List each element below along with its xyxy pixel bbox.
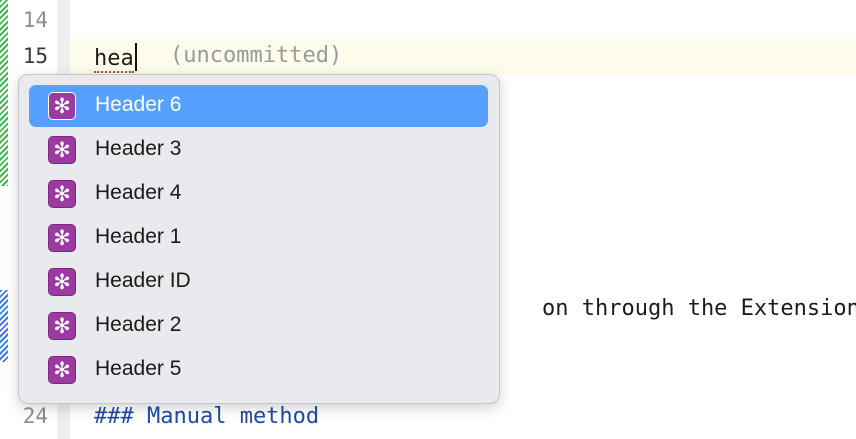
symbol-icon: ✻ xyxy=(48,224,76,252)
line-number-24: 24 xyxy=(22,404,48,428)
line-number-14: 14 xyxy=(22,8,48,32)
completion-item-label: Header 4 xyxy=(95,181,182,204)
completion-item[interactable]: ✻ Header 1 xyxy=(29,217,488,259)
symbol-icon: ✻ xyxy=(48,136,76,164)
symbol-icon: ✻ xyxy=(48,356,76,384)
symbol-icon: ✻ xyxy=(48,92,76,120)
modified-lines-marker[interactable] xyxy=(0,290,8,362)
completion-item-label: Header 1 xyxy=(95,225,182,248)
completion-item-label: Header 6 xyxy=(95,93,182,116)
line-number-15: 15 xyxy=(22,44,48,68)
completion-item[interactable]: ✻ Header 2 xyxy=(29,305,488,347)
completion-item-label: Header ID xyxy=(95,269,191,292)
uncommitted-annotation: (uncommitted) xyxy=(170,43,343,68)
manual-method-heading: ### Manual method xyxy=(94,404,320,429)
completion-popup: ✻ Header 6 ✻ Header 3 ✻ Header 4 ✻ Header 1 ✻ Hea… xyxy=(18,74,500,404)
completion-item[interactable]: ✻ Header 4 xyxy=(29,173,488,215)
completion-item[interactable]: ✻ Header 5 xyxy=(29,349,488,391)
code-line-text: on through the Extension xyxy=(542,296,856,321)
symbol-icon: ✻ xyxy=(48,180,76,208)
text-caret xyxy=(134,43,137,71)
completion-item[interactable]: ✻ Header ID xyxy=(29,261,488,303)
completion-item[interactable]: ✻ Header 3 xyxy=(29,129,488,171)
completion-item[interactable]: ✻ Header 6 xyxy=(29,85,488,127)
added-lines-marker[interactable] xyxy=(0,0,8,186)
completion-item-label: Header 5 xyxy=(95,357,182,380)
completion-item-label: Header 3 xyxy=(95,137,182,160)
completion-item-label: Header 2 xyxy=(95,313,182,336)
typed-word: hea xyxy=(94,46,134,73)
symbol-icon: ✻ xyxy=(48,268,76,296)
symbol-icon: ✻ xyxy=(48,312,76,340)
typed-code[interactable]: hea xyxy=(94,43,137,73)
